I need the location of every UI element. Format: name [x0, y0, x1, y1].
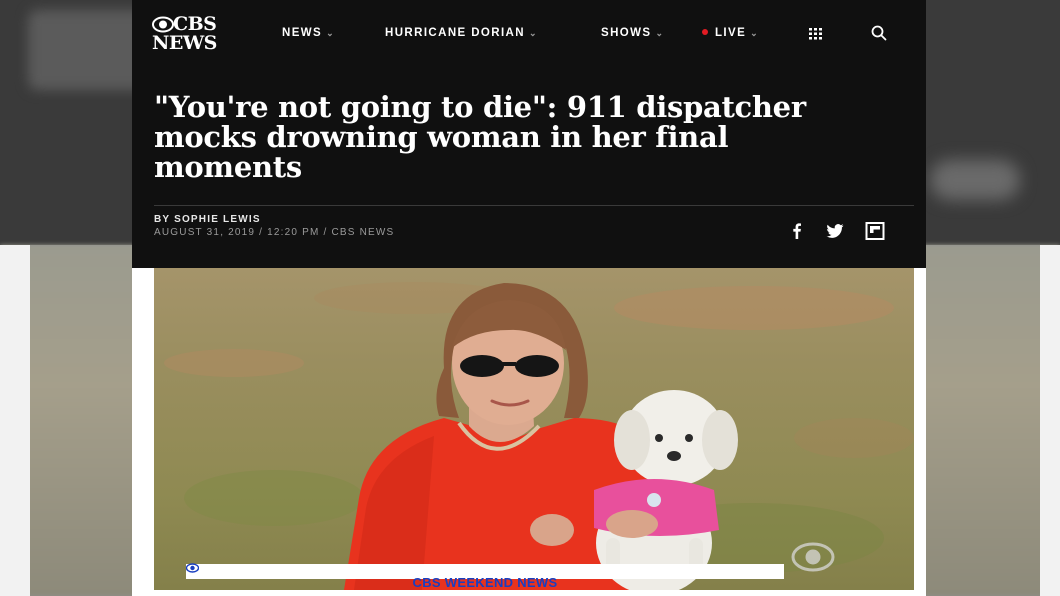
lower-third-text: CBS WEEKEND NEWS: [412, 575, 558, 590]
nav-item-label: SHOWS: [601, 27, 652, 39]
nav-item-label: HURRICANE DORIAN: [385, 27, 525, 39]
chevron-down-icon: ⌄: [528, 28, 537, 38]
logo-news-text: NEWS: [152, 32, 217, 54]
cbs-eye-icon: [791, 542, 835, 572]
cbs-news-logo[interactable]: CBS NEWS: [152, 14, 228, 54]
article-meta: AUGUST 31, 2019 / 12:20 PM / CBS NEWS: [154, 227, 395, 238]
article-page: CBS NEWS NEWS ⌄ HURRICANE DORIAN ⌄ SHOWS ⌄ …: [132, 0, 926, 596]
cbs-eye-icon: [186, 563, 199, 573]
nav-item-label: NEWS: [282, 27, 323, 39]
nav-item-hurricane-dorian[interactable]: HURRICANE DORIAN ⌄: [385, 26, 537, 40]
grid-icon[interactable]: [809, 28, 823, 40]
chevron-down-icon: ⌄: [655, 28, 663, 38]
nav-item-live[interactable]: LIVE ⌄: [702, 26, 758, 40]
logo-cbs-text: CBS: [173, 13, 217, 35]
article-byline[interactable]: BY SOPHIE LEWIS: [154, 214, 261, 225]
facebook-icon[interactable]: [787, 222, 807, 240]
nav-item-news[interactable]: NEWS ⌄: [282, 26, 334, 40]
article-hero-photo: CBS WEEKEND NEWS: [154, 268, 914, 590]
lower-third-banner: CBS WEEKEND NEWS: [186, 563, 784, 590]
search-icon[interactable]: [871, 25, 887, 41]
nav-item-shows[interactable]: SHOWS ⌄: [601, 26, 663, 40]
top-nav: CBS NEWS NEWS ⌄ HURRICANE DORIAN ⌄ SHOWS ⌄ …: [132, 0, 926, 66]
backdrop-edge: [1040, 245, 1060, 596]
backdrop-edge: [0, 245, 30, 596]
article-headline: "You're not going to die": 911 dispatche…: [154, 90, 806, 184]
article-header: CBS NEWS NEWS ⌄ HURRICANE DORIAN ⌄ SHOWS ⌄ …: [132, 0, 926, 268]
backdrop-ghost-shape: [930, 160, 1020, 200]
live-dot-icon: [702, 28, 708, 35]
chevron-down-icon: ⌄: [326, 28, 334, 38]
flipboard-icon[interactable]: [865, 222, 885, 240]
cbs-eye-icon: [152, 16, 174, 33]
chevron-down-icon: ⌄: [750, 28, 758, 38]
twitter-icon[interactable]: [825, 222, 845, 240]
header-divider: [154, 205, 914, 206]
nav-item-label: LIVE: [715, 27, 747, 39]
